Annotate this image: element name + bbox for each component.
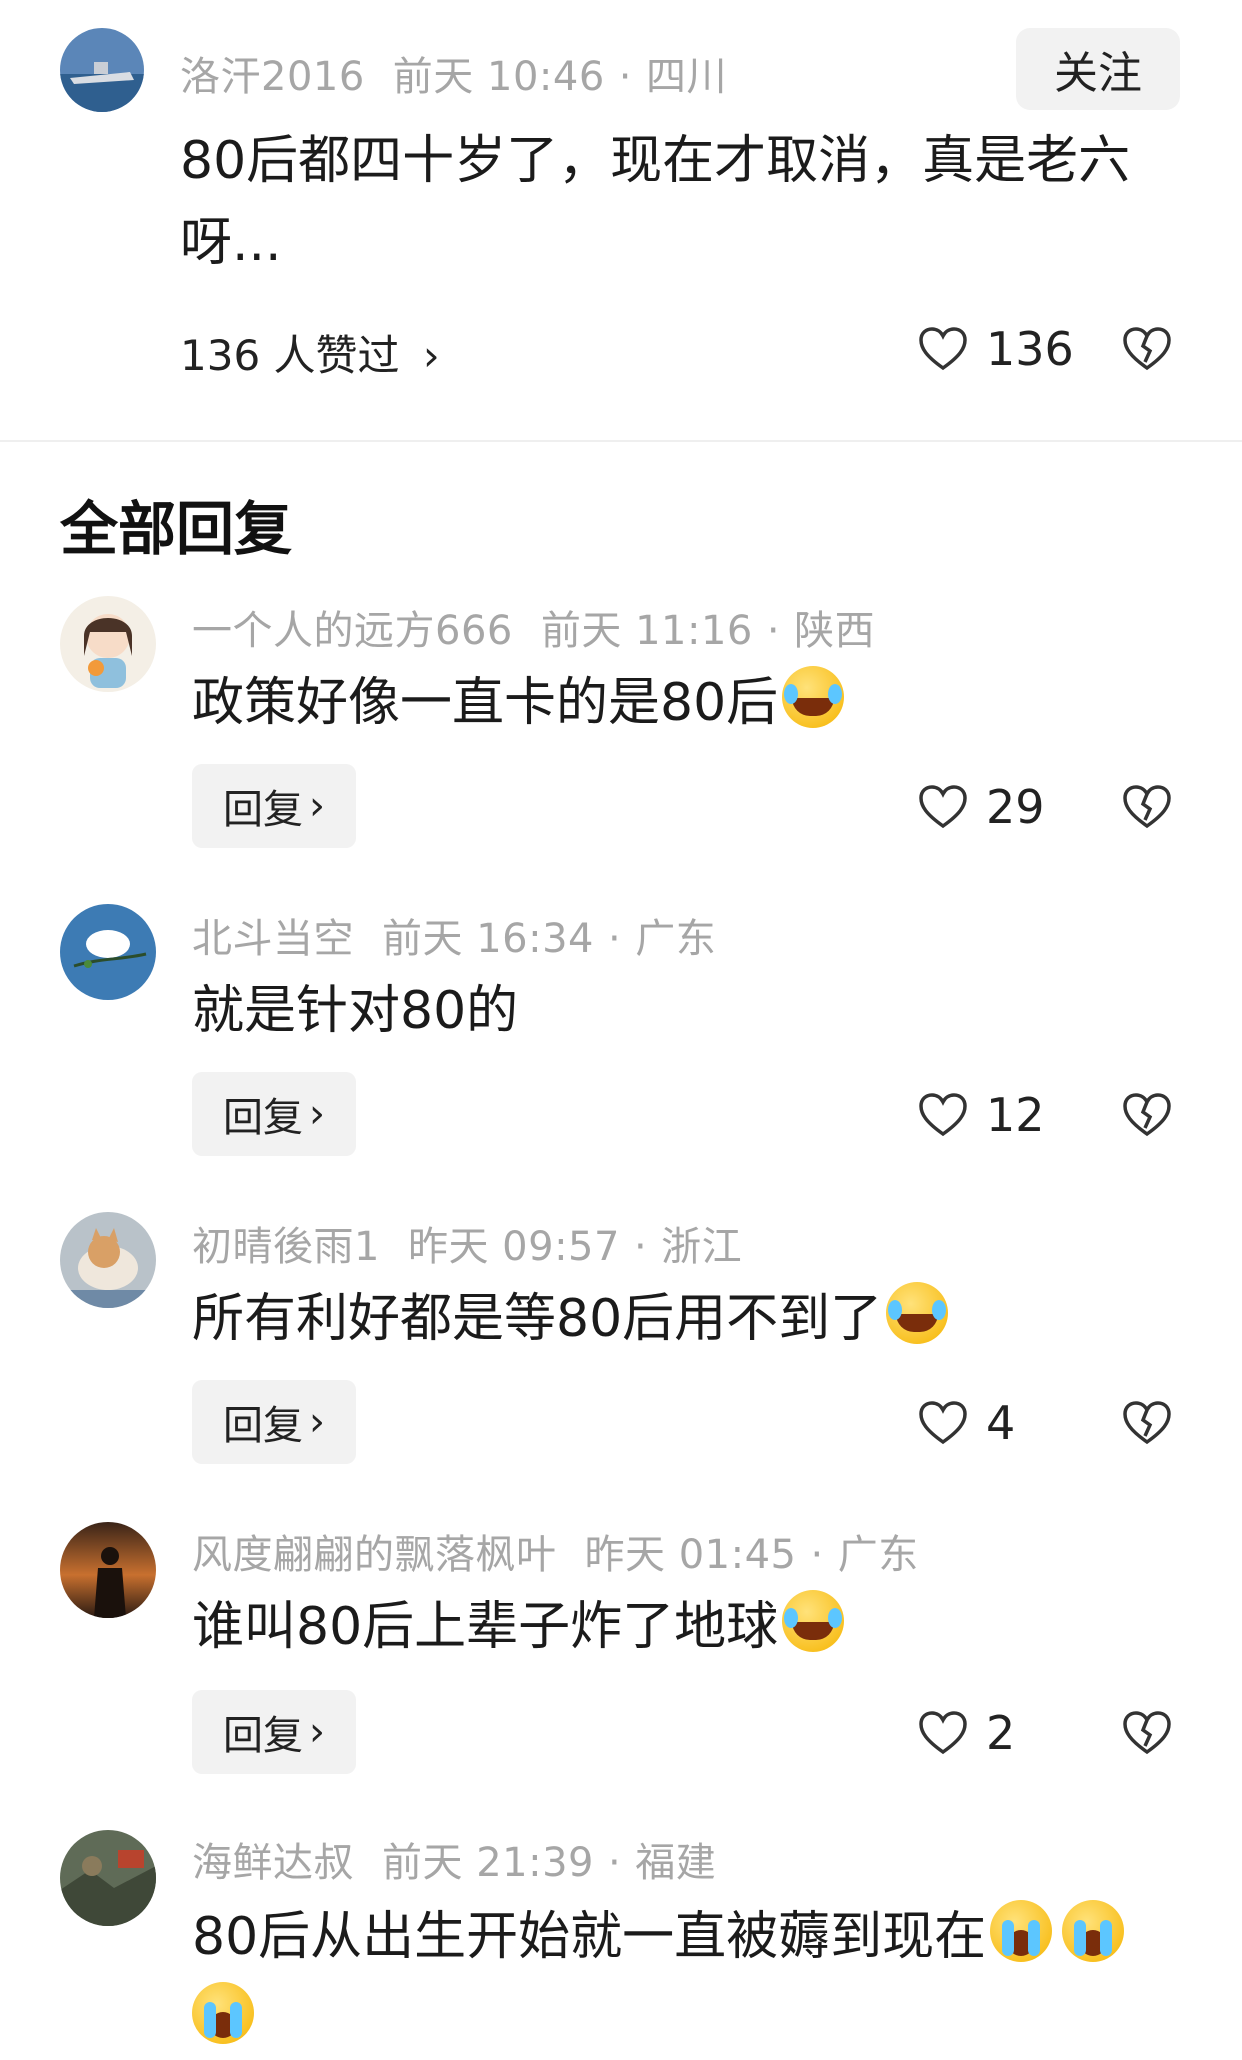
like-count: 12 [986, 1088, 1045, 1142]
like-button[interactable]: 12 [918, 1088, 1045, 1142]
separator-dot: · [633, 1224, 648, 1270]
broken-heart-icon [1122, 326, 1172, 372]
broken-heart-icon [1122, 1400, 1172, 1446]
avatar[interactable] [60, 596, 156, 692]
separator-dot: · [608, 1840, 622, 1886]
like-button[interactable]: 29 [918, 780, 1045, 834]
heart-icon [918, 1400, 968, 1446]
timestamp: 前天 21:39 [382, 1840, 594, 1886]
dislike-button[interactable] [1122, 1400, 1172, 1446]
crying-emoji-icon [192, 1982, 254, 2044]
location: 福建 [635, 1840, 717, 1886]
heart-icon [918, 1710, 968, 1756]
avatar[interactable] [60, 904, 156, 1000]
reply-text: 政策好像一直卡的是80后 [192, 662, 845, 744]
broken-heart-icon [1122, 1710, 1172, 1756]
dislike-button[interactable] [1122, 326, 1172, 372]
timestamp: 前天 16:34 [382, 916, 594, 962]
heart-icon [918, 326, 968, 372]
reply-text: 80后从出生开始就一直被薅到现在 [192, 1896, 1125, 2060]
chevron-right-icon: › [422, 331, 440, 380]
reply-button[interactable]: 回复 › [192, 1072, 356, 1156]
like-count: 29 [986, 780, 1045, 834]
follow-button[interactable]: 关注 [1016, 28, 1180, 110]
avatar[interactable] [60, 1830, 156, 1926]
avatar[interactable] [60, 1212, 156, 1308]
comment-text-line: 呀... [180, 213, 282, 273]
username[interactable]: 北斗当空 [192, 916, 354, 962]
reply-button[interactable]: 回复 › [192, 764, 356, 848]
crying-emoji-icon [1062, 1900, 1125, 1962]
separator-dot: · [766, 608, 781, 654]
separator-dot: · [618, 54, 633, 100]
chevron-right-icon: › [309, 783, 325, 829]
reply-meta: 风度翩翩的飘落枫叶 昨天 01:45 · 广东 [192, 1522, 919, 1580]
heart-icon [918, 1092, 968, 1138]
location: 四川 [646, 54, 728, 100]
reply-text-content: 80后从出生开始就一直被薅到现在 [192, 1907, 987, 1967]
like-count: 136 [986, 322, 1074, 376]
location: 陕西 [794, 608, 876, 654]
reply-text-content: 所有利好都是等80后用不到了 [192, 1289, 883, 1349]
heart-icon [918, 784, 968, 830]
crying-emoji-icon [990, 1900, 1053, 1962]
reply-button-label: 回复 [223, 1095, 303, 1141]
location: 浙江 [661, 1224, 743, 1270]
username[interactable]: 海鲜达叔 [192, 1840, 354, 1886]
likers-link[interactable]: 136 人赞过 › [180, 322, 440, 383]
laughing-emoji-icon [782, 1590, 845, 1652]
dislike-button[interactable] [1122, 1710, 1172, 1756]
reply-meta: 海鲜达叔 前天 21:39 · 福建 [192, 1830, 716, 1888]
reply-text-content: 谁叫80后上辈子炸了地球 [192, 1597, 779, 1657]
reply-meta: 初晴後雨1 昨天 09:57 · 浙江 [192, 1214, 742, 1272]
like-button[interactable]: 136 [918, 322, 1074, 376]
avatar[interactable] [60, 28, 144, 112]
likers-text: 136 人赞过 [180, 331, 400, 380]
like-count: 2 [986, 1706, 1016, 1760]
laughing-emoji-icon [782, 666, 845, 728]
separator-dot: · [810, 1532, 824, 1578]
reply-text-content: 就是针对80的 [192, 981, 519, 1041]
avatar[interactable] [60, 1522, 156, 1618]
reply-button-label: 回复 [223, 1403, 303, 1449]
reply-text-content: 政策好像一直卡的是80后 [192, 673, 779, 733]
dislike-button[interactable] [1122, 1092, 1172, 1138]
comment-text: 80后都四十岁了，现在才取消，真是老六 呀... [180, 120, 1130, 284]
location: 广东 [837, 1532, 919, 1578]
username[interactable]: 洛汗2016 [180, 54, 365, 100]
username[interactable]: 风度翩翩的飘落枫叶 [192, 1532, 557, 1578]
timestamp: 昨天 09:57 [407, 1224, 620, 1270]
chevron-right-icon: › [309, 1091, 325, 1137]
like-count: 4 [986, 1396, 1016, 1450]
reply-text: 谁叫80后上辈子炸了地球 [192, 1586, 845, 1668]
broken-heart-icon [1122, 784, 1172, 830]
timestamp: 前天 11:16 [540, 608, 753, 654]
like-button[interactable]: 4 [918, 1396, 1015, 1450]
reply-meta: 一个人的远方666 前天 11:16 · 陕西 [192, 598, 875, 656]
reply-meta: 北斗当空 前天 16:34 · 广东 [192, 906, 716, 964]
reply-text: 就是针对80的 [192, 970, 518, 1052]
reply-button-label: 回复 [223, 787, 303, 833]
chevron-right-icon: › [309, 1399, 325, 1445]
reply-button-label: 回复 [223, 1713, 303, 1759]
dislike-button[interactable] [1122, 784, 1172, 830]
reply-button[interactable]: 回复 › [192, 1690, 356, 1774]
divider [0, 440, 1242, 442]
broken-heart-icon [1122, 1092, 1172, 1138]
like-button[interactable]: 2 [918, 1706, 1015, 1760]
location: 广东 [635, 916, 717, 962]
comment-text-line: 80后都四十岁了，现在才取消，真是老六 [180, 131, 1131, 191]
reply-text: 所有利好都是等80后用不到了 [192, 1278, 949, 1360]
laughing-emoji-icon [886, 1282, 949, 1344]
username[interactable]: 一个人的远方666 [192, 608, 513, 654]
separator-dot: · [608, 916, 622, 962]
reply-button[interactable]: 回复 › [192, 1380, 356, 1464]
section-title: 全部回复 [60, 495, 293, 563]
chevron-right-icon: › [309, 1709, 325, 1755]
comment-meta: 洛汗2016 前天 10:46 · 四川 [180, 44, 727, 102]
username[interactable]: 初晴後雨1 [192, 1224, 380, 1270]
timestamp: 前天 10:46 [392, 54, 605, 100]
timestamp: 昨天 01:45 [584, 1532, 797, 1578]
